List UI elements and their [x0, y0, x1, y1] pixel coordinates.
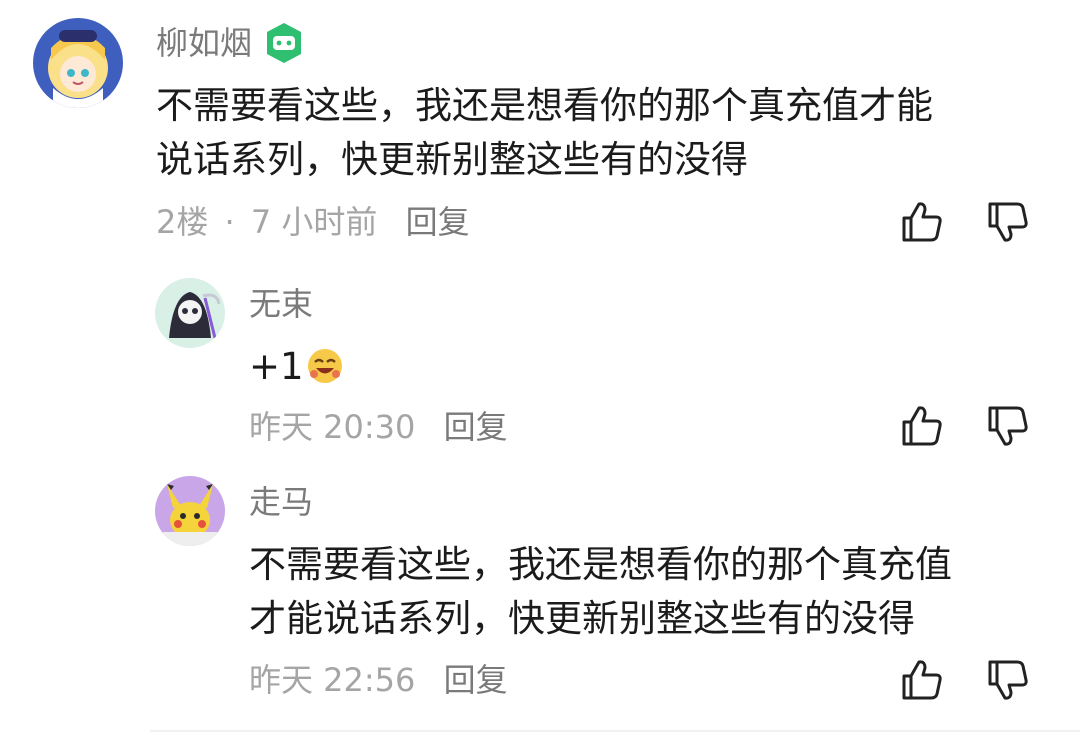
reply-text-line: 不需要看这些，我还是想看你的那个真充值	[249, 543, 952, 586]
username[interactable]: 走马	[249, 486, 313, 518]
thumbs-down-icon[interactable]	[984, 198, 1032, 246]
comment-text: 不需要看这些，我还是想看你的那个真充值才能 说话系列，快更新别整这些有的没得	[156, 79, 933, 187]
thumbs-up-icon[interactable]	[898, 198, 946, 246]
game-controller-badge-icon	[267, 23, 301, 63]
timestamp: 昨天 22:56	[249, 661, 416, 699]
divider	[150, 730, 1080, 732]
reply-text-content: +1	[249, 345, 304, 388]
comment-text-line: 不需要看这些，我还是想看你的那个真充值才能	[156, 84, 933, 127]
reply-button[interactable]: 回复	[406, 203, 470, 241]
floor-number: 2楼	[156, 203, 209, 241]
reply-meta: 昨天 22:56 回复	[249, 664, 508, 696]
timestamp: 昨天 20:30	[249, 408, 416, 446]
avatar[interactable]	[33, 18, 123, 108]
username[interactable]: 无束	[249, 288, 313, 320]
thumbs-down-icon[interactable]	[984, 656, 1032, 704]
comment-text-line: 说话系列，快更新别整这些有的没得	[156, 138, 748, 181]
reply-text: +1	[249, 340, 344, 394]
timestamp: 7 小时前	[250, 203, 378, 241]
thumbs-up-icon[interactable]	[898, 656, 946, 704]
reply-button[interactable]: 回复	[444, 661, 508, 699]
username[interactable]: 柳如烟	[156, 27, 252, 59]
thumbs-up-icon[interactable]	[898, 402, 946, 450]
reply-text-line: 才能说话系列，快更新别整这些有的没得	[249, 597, 915, 640]
reply-text: 不需要看这些，我还是想看你的那个真充值 才能说话系列，快更新别整这些有的没得	[249, 538, 952, 646]
thumbs-down-icon[interactable]	[984, 402, 1032, 450]
avatar[interactable]	[155, 476, 225, 546]
comment-meta: 2楼 · 7 小时前 回复	[156, 206, 470, 238]
avatar[interactable]	[155, 278, 225, 348]
laughing-emoji-icon	[307, 349, 342, 383]
reply-meta: 昨天 20:30 回复	[249, 411, 508, 443]
reply-button[interactable]: 回复	[444, 408, 508, 446]
separator-dot: ·	[224, 203, 235, 241]
